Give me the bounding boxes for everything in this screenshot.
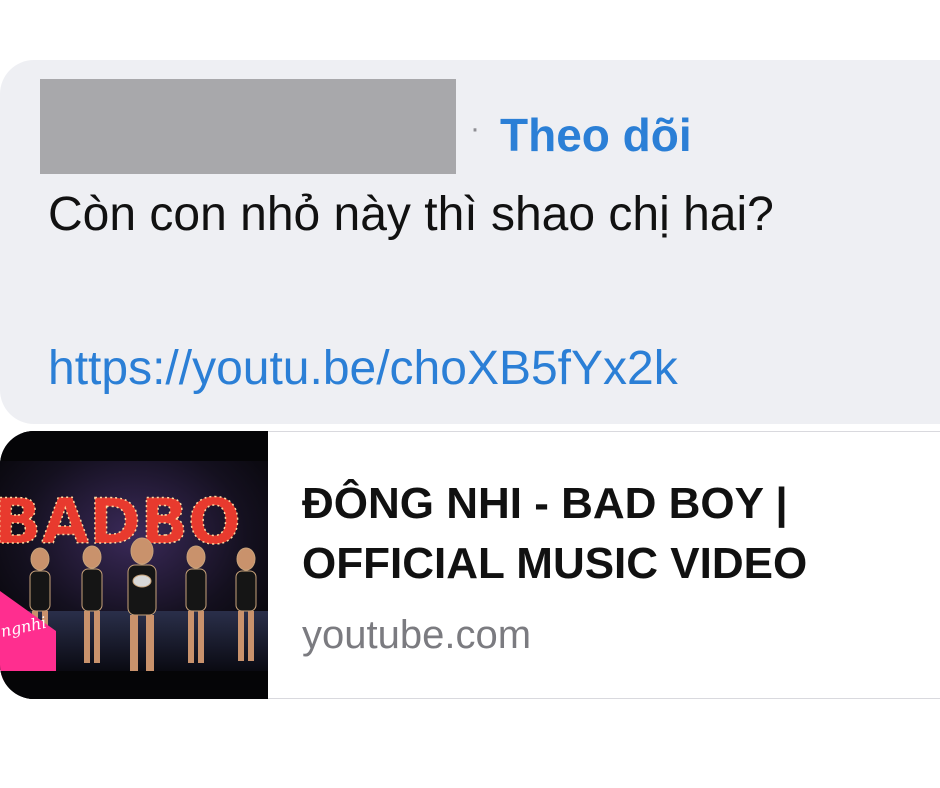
redacted-username [40,79,456,174]
follow-link[interactable]: Theo dõi [500,108,692,162]
comment-text: Còn con nhỏ này thì shao chị hai? [48,188,774,241]
separator-dot: · [470,112,480,145]
thumbnail-sign: BADBO [0,485,241,558]
preview-title[interactable]: ĐÔNG NHI - BAD BOY | OFFICIAL MUSIC VIDE… [302,474,932,594]
preview-domain: youtube.com [302,613,532,657]
comment-screen: · Theo dõi Còn con nhỏ này thì shao chị … [0,0,940,788]
thumbnail-image: BADBO ngnhi [0,431,268,699]
video-thumbnail[interactable]: BADBO ngnhi [0,431,268,699]
youtube-url-link[interactable]: https://youtu.be/choXB5fYx2k [48,338,678,400]
